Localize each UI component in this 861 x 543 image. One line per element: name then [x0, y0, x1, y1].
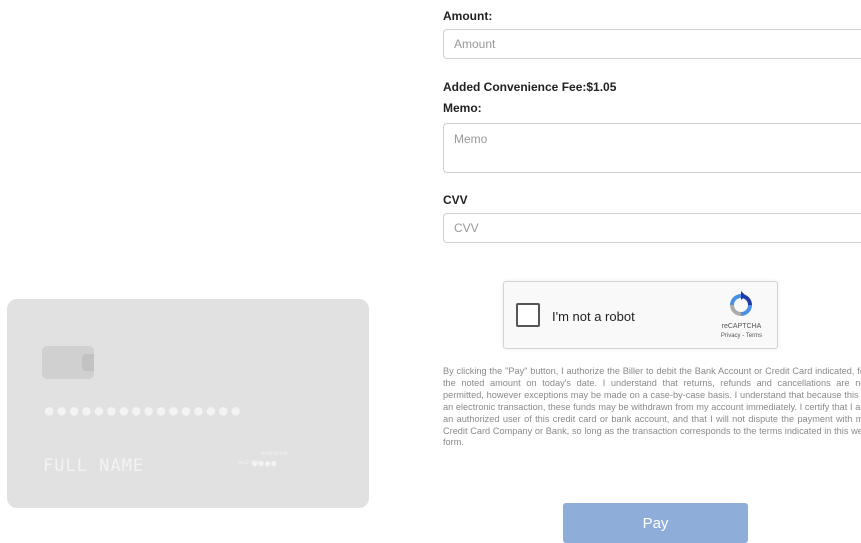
cvv-label: CVV — [443, 193, 468, 207]
recaptcha-privacy-terms[interactable]: Privacy - Terms — [714, 333, 769, 339]
amount-label: Amount: — [443, 9, 493, 23]
recaptcha-widget: I'm not a robot reCAPTCHA Privacy - Term… — [503, 281, 778, 349]
card-number: ●●●●●●●●●●●●●●●● — [45, 403, 244, 419]
pay-button[interactable]: Pay — [563, 503, 748, 543]
payment-disclaimer: By clicking the "Pay" button, I authoriz… — [443, 366, 861, 448]
card-valid-thru-label: MONTH/YEAR — [261, 451, 288, 456]
recaptcha-label: I'm not a robot — [552, 309, 635, 324]
recaptcha-logo-icon — [730, 291, 752, 316]
recaptcha-checkbox[interactable] — [516, 303, 540, 327]
memo-label: Memo: — [443, 101, 482, 115]
amount-input[interactable] — [443, 29, 861, 59]
card-chip-icon — [42, 346, 94, 379]
memo-textarea[interactable] — [443, 123, 861, 173]
card-holder-name: FULL NAME — [43, 456, 145, 476]
card-expiry: ●●●● — [252, 459, 278, 469]
credit-card-preview: ●●●●●●●●●●●●●●●● FULL NAME MONTH/YEAR VA… — [7, 299, 369, 508]
cvv-input[interactable] — [443, 213, 861, 243]
recaptcha-brand: reCAPTCHA — [721, 323, 762, 330]
convenience-fee-text: Added Convenience Fee:$1.05 — [443, 80, 617, 94]
